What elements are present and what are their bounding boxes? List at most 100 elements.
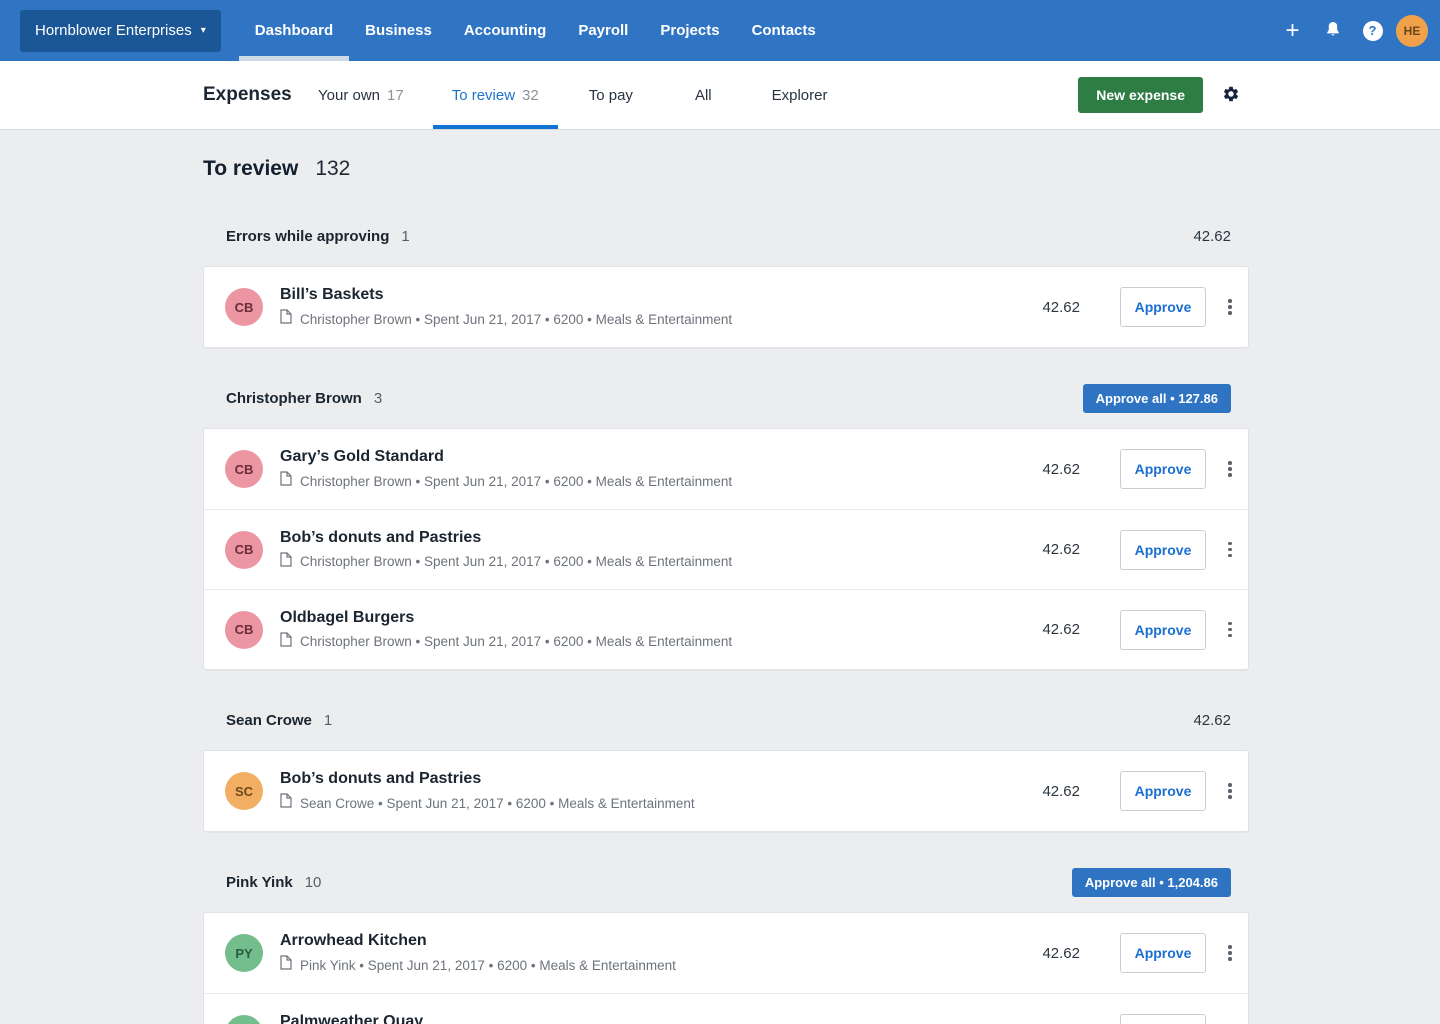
nav-item-projects[interactable]: Projects	[644, 0, 735, 61]
tab-to-pay[interactable]: To pay	[570, 61, 652, 129]
tab-explorer[interactable]: Explorer	[753, 61, 847, 129]
expense-title: Palmweather Quay	[280, 1012, 676, 1024]
approve-button[interactable]: Approve	[1120, 933, 1206, 973]
nav-item-label: Accounting	[464, 22, 547, 39]
expense-group: CB Bill’s Baskets Christopher Brown • Sp…	[203, 266, 1249, 348]
tab-to-review[interactable]: To review 32	[433, 61, 558, 129]
expense-row[interactable]: CB Bob’s donuts and Pastries Christopher…	[204, 509, 1248, 589]
user-avatar[interactable]: HE	[1396, 15, 1428, 47]
more-options-button[interactable]	[1218, 453, 1242, 485]
expense-row[interactable]: CB Gary’s Gold Standard Christopher Brow…	[204, 429, 1248, 509]
plus-icon: +	[1285, 19, 1299, 43]
section-name: Christopher Brown	[226, 390, 362, 407]
more-options-button[interactable]	[1218, 534, 1242, 566]
approve-button[interactable]: Approve	[1120, 530, 1206, 570]
section-errors-while-approving: Errors while approving 1 42.62 CB Bill’s…	[203, 222, 1249, 348]
expense-meta: Christopher Brown • Spent Jun 21, 2017 •…	[300, 474, 732, 489]
section-name: Pink Yink	[226, 874, 293, 891]
nav-item-label: Dashboard	[255, 22, 333, 39]
top-navigation-bar: Hornblower Enterprises ▾ Dashboard Busine…	[0, 0, 1440, 61]
expense-group: SC Bob’s donuts and Pastries Sean Crowe …	[203, 750, 1249, 832]
avatar: SC	[225, 772, 263, 810]
help-icon: ?	[1363, 21, 1383, 41]
expense-meta: Sean Crowe • Spent Jun 21, 2017 • 6200 •…	[300, 796, 695, 811]
expense-meta: Christopher Brown • Spent Jun 21, 2017 •…	[300, 634, 732, 649]
expense-row[interactable]: CB Bill’s Baskets Christopher Brown • Sp…	[204, 267, 1248, 347]
nav-item-payroll[interactable]: Payroll	[562, 0, 644, 61]
section-header: Errors while approving 1 42.62	[203, 222, 1249, 251]
avatar: PY	[225, 934, 263, 972]
section-header: Sean Crowe 1 42.62	[203, 706, 1249, 735]
section-count: 10	[305, 874, 322, 891]
section-header: Christopher Brown 3 Approve all • 127.86	[203, 384, 1249, 413]
nav-item-label: Projects	[660, 22, 719, 39]
document-icon	[280, 471, 292, 491]
tab-your-own[interactable]: Your own 17	[299, 61, 423, 129]
avatar: CB	[225, 611, 263, 649]
subnav-actions: New expense	[1078, 61, 1240, 129]
approve-all-button[interactable]: Approve all • 1,204.86	[1072, 868, 1231, 897]
document-icon	[280, 309, 292, 329]
more-options-button[interactable]	[1218, 291, 1242, 323]
nav-item-accounting[interactable]: Accounting	[448, 0, 563, 61]
document-icon	[280, 632, 292, 652]
section-count: 1	[401, 228, 409, 245]
nav-item-label: Business	[365, 22, 432, 39]
add-button[interactable]: +	[1276, 14, 1309, 47]
section-christopher-brown: Christopher Brown 3 Approve all • 127.86…	[203, 384, 1249, 670]
approve-button[interactable]: Approve	[1120, 449, 1206, 489]
approve-all-button[interactable]: Approve all • 127.86	[1083, 384, 1231, 413]
avatar: CB	[225, 450, 263, 488]
expense-amount: 42.62	[1018, 299, 1080, 316]
document-icon	[280, 955, 292, 975]
approve-button[interactable]: Approve	[1120, 771, 1206, 811]
expense-row[interactable]: CB Oldbagel Burgers Christopher Brown • …	[204, 589, 1248, 669]
expenses-subnav: Expenses Your own 17 To review 32 To pay…	[0, 61, 1440, 130]
nav-item-label: Payroll	[578, 22, 628, 39]
section-sean-crowe: Sean Crowe 1 42.62 SC Bob’s donuts and P…	[203, 706, 1249, 832]
expenses-tabs: Your own 17 To review 32 To pay All Expl…	[299, 61, 846, 129]
more-options-button[interactable]	[1218, 775, 1242, 807]
document-icon	[280, 552, 292, 572]
section-name: Sean Crowe	[226, 712, 312, 729]
expense-amount: 42.62	[1018, 945, 1080, 962]
approve-button[interactable]: Approve	[1120, 287, 1206, 327]
notifications-button[interactable]	[1316, 14, 1349, 47]
expense-amount: 42.62	[1018, 621, 1080, 638]
expense-row[interactable]: PY Palmweather Quay Pink Yink • Spent Ju…	[204, 993, 1248, 1024]
tab-label: Explorer	[772, 87, 828, 104]
more-options-button[interactable]	[1218, 1018, 1242, 1024]
page-heading: To review 132	[203, 157, 1249, 181]
page-title: Expenses	[203, 84, 283, 106]
settings-button[interactable]	[1222, 85, 1240, 106]
org-selector[interactable]: Hornblower Enterprises ▾	[20, 10, 221, 52]
more-options-button[interactable]	[1218, 937, 1242, 969]
document-icon	[280, 793, 292, 813]
heading-count: 132	[315, 157, 350, 181]
nav-item-dashboard[interactable]: Dashboard	[239, 0, 349, 61]
bell-icon	[1324, 20, 1342, 42]
expense-title: Oldbagel Burgers	[280, 608, 732, 627]
expense-amount: 42.62	[1018, 461, 1080, 478]
avatar: CB	[225, 288, 263, 326]
expense-meta: Christopher Brown • Spent Jun 21, 2017 •…	[300, 312, 732, 327]
tab-label: To pay	[589, 87, 633, 104]
approve-button[interactable]: Approve	[1120, 610, 1206, 650]
help-button[interactable]: ?	[1356, 14, 1389, 47]
expense-title: Bill’s Baskets	[280, 285, 732, 304]
tab-count: 32	[522, 87, 539, 104]
more-options-button[interactable]	[1218, 614, 1242, 646]
tab-all[interactable]: All	[676, 61, 731, 129]
section-count: 1	[324, 712, 332, 729]
expense-row[interactable]: SC Bob’s donuts and Pastries Sean Crowe …	[204, 751, 1248, 831]
expense-group: PY Arrowhead Kitchen Pink Yink • Spent J…	[203, 912, 1249, 1024]
nav-item-business[interactable]: Business	[349, 0, 448, 61]
expense-row[interactable]: PY Arrowhead Kitchen Pink Yink • Spent J…	[204, 913, 1248, 993]
section-name: Errors while approving	[226, 228, 389, 245]
nav-item-contacts[interactable]: Contacts	[736, 0, 832, 61]
expense-title: Bob’s donuts and Pastries	[280, 528, 732, 547]
nav-item-label: Contacts	[752, 22, 816, 39]
new-expense-button[interactable]: New expense	[1078, 77, 1203, 113]
approve-button[interactable]: Approve	[1120, 1014, 1206, 1024]
expense-title: Gary’s Gold Standard	[280, 447, 732, 466]
